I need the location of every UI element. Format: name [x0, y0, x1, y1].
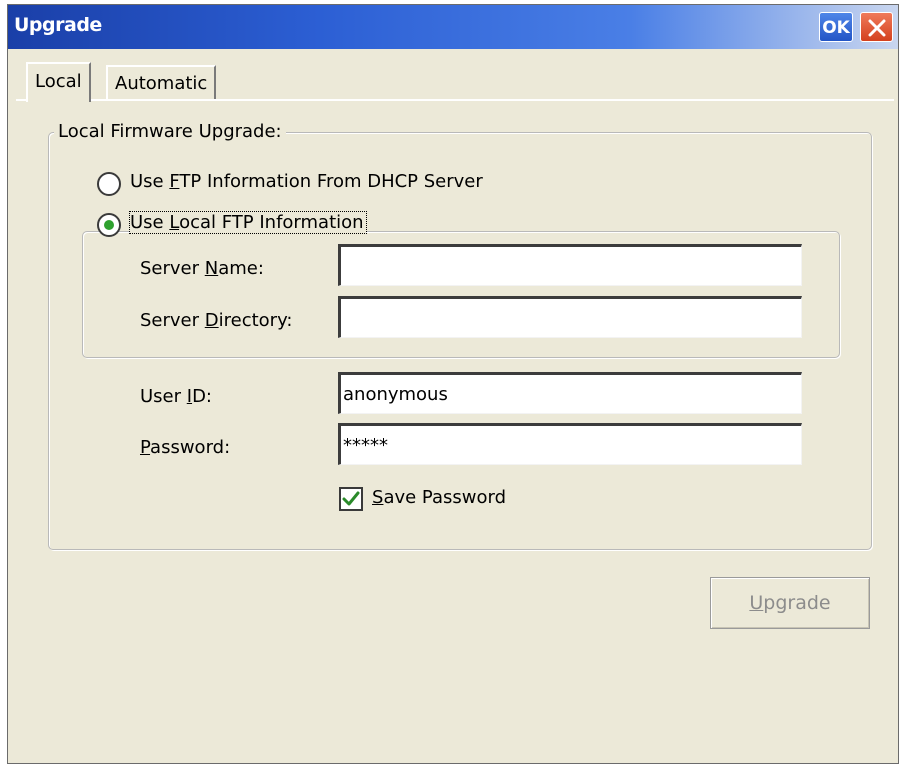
check-icon	[342, 491, 360, 506]
save-password-label[interactable]: Save Password	[372, 487, 506, 508]
title-bar: Upgrade OK	[8, 5, 898, 49]
radio-local-ftp[interactable]	[97, 213, 121, 237]
server-name-input[interactable]	[338, 244, 802, 286]
radio-selected-dot	[104, 220, 114, 230]
user-id-label: User ID:	[140, 386, 212, 407]
tab-automatic[interactable]: Automatic	[106, 65, 217, 99]
radio-dhcp[interactable]	[97, 172, 121, 196]
password-label: Password:	[140, 437, 231, 458]
ok-button[interactable]: OK	[819, 12, 853, 42]
server-directory-input[interactable]	[338, 296, 802, 338]
upgrade-dialog: Upgrade OK Local Automatic Local Firmwar…	[7, 4, 899, 764]
close-button[interactable]	[860, 12, 893, 42]
tab-automatic-label: Automatic	[115, 73, 208, 94]
user-id-input[interactable]	[338, 372, 802, 414]
password-input[interactable]	[338, 423, 802, 465]
close-icon	[868, 19, 886, 37]
local-firmware-group-label: Local Firmware Upgrade:	[54, 121, 286, 142]
server-directory-label: Server Directory:	[140, 310, 293, 331]
server-name-label: Server Name:	[140, 258, 264, 279]
tab-local-label: Local	[35, 71, 82, 92]
radio-dhcp-label[interactable]: Use FTP Information From DHCP Server	[130, 171, 483, 192]
radio-local-ftp-label[interactable]: Use Local FTP Information	[129, 211, 367, 234]
save-password-checkbox[interactable]	[339, 487, 363, 511]
tab-local[interactable]: Local	[26, 62, 91, 102]
upgrade-button[interactable]: Upgrade	[710, 577, 870, 629]
window-title: Upgrade	[14, 14, 102, 36]
